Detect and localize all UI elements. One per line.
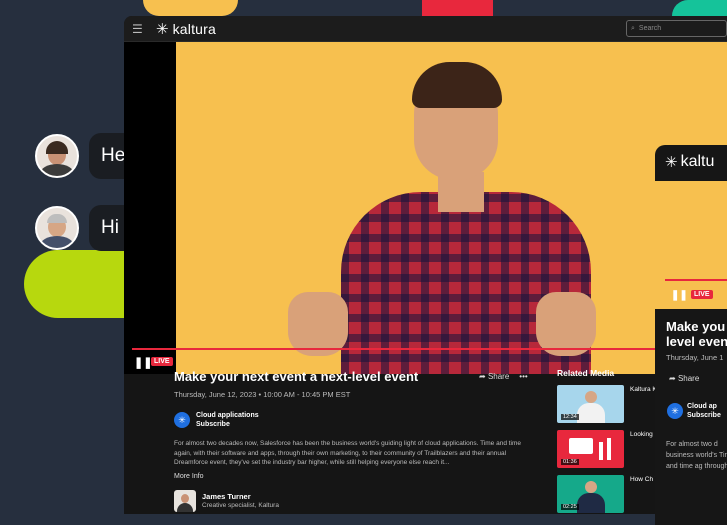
avatar	[35, 134, 79, 178]
logo-text: kaltura	[172, 20, 216, 37]
kaltura-logo: ✳ kaltu	[665, 153, 727, 171]
share-icon: ➦	[669, 374, 676, 383]
video-frame	[176, 42, 727, 374]
event-title: Make you level even	[666, 319, 727, 349]
more-options-icon[interactable]: •••	[519, 372, 527, 381]
top-bar: ☰ ✳ kaltura ⌕ Search	[124, 16, 727, 42]
avatar	[35, 206, 79, 250]
kaltura-logo[interactable]: ✳ kaltura	[156, 20, 216, 38]
kaltura-logo-icon: ✳	[156, 20, 169, 38]
decor-green-shape	[672, 0, 727, 16]
event-description: For almost two d business world's Time a…	[666, 441, 727, 470]
channel-logo-icon[interactable]: ✳	[667, 403, 683, 419]
channel: ✳ Cloud ap Subscribe	[667, 402, 721, 420]
presenter-avatar	[174, 489, 196, 512]
decor-yellow-shape	[143, 0, 238, 16]
presenter-name: James Turner	[202, 492, 251, 501]
live-badge: LIVE	[691, 290, 713, 299]
menu-icon[interactable]: ☰	[132, 22, 146, 36]
live-badge: LIVE	[151, 357, 173, 366]
related-thumbnail: 12:34	[557, 385, 624, 423]
decor-lime-shape	[24, 250, 134, 318]
share-button[interactable]: ➦ Share	[479, 372, 509, 381]
channel: ✳ Cloud applications Subscribe	[174, 411, 554, 429]
channel-name[interactable]: Cloud applications	[196, 411, 259, 420]
related-thumbnail: 01:36	[557, 430, 624, 468]
kaltura-logo-icon: ✳	[665, 154, 678, 171]
event-date: Thursday, June 1	[666, 353, 724, 362]
search-placeholder: Search	[638, 25, 662, 32]
logo-text: kaltu	[680, 153, 715, 170]
share-icon: ➦	[479, 372, 486, 381]
progress-bar[interactable]	[665, 279, 727, 281]
search-input[interactable]: ⌕ Search	[626, 20, 727, 37]
kaltura-window: ☰ ✳ kaltura ⌕ Search ❚❚ LIVE Make your n…	[124, 16, 727, 514]
presenter-role: Creative specialist, Kaltura	[202, 502, 279, 509]
event-description: For almost two decades now, Salesforce h…	[174, 440, 522, 466]
more-info-link[interactable]: More Info	[174, 473, 554, 480]
related-item-title: Looking	[630, 431, 653, 438]
search-icon: ⌕	[631, 24, 635, 32]
event-date: Thursday, June 12, 2023 • 10:00 AM - 10:…	[174, 390, 351, 399]
subscribe-button[interactable]: Subscribe	[196, 420, 259, 429]
event-actions: ➦ Share •••	[479, 372, 528, 381]
presenter: James Turner Creative specialist, Kaltur…	[174, 489, 554, 512]
subscribe-button[interactable]: Subscribe	[687, 411, 721, 420]
progress-bar[interactable]	[132, 348, 727, 350]
video-player[interactable]: ❚❚ LIVE	[124, 42, 727, 374]
channel-name[interactable]: Cloud ap	[687, 402, 721, 411]
event-info: Make your next event a next-level event …	[174, 369, 554, 512]
channel-logo-icon[interactable]: ✳	[174, 412, 190, 428]
share-button[interactable]: ➦ Share	[669, 374, 699, 383]
decor-red-shape	[422, 0, 493, 16]
pause-icon[interactable]: ❚❚	[134, 356, 152, 369]
related-thumbnail: 02:25	[557, 475, 624, 513]
pause-icon[interactable]: ❚❚	[671, 290, 688, 301]
mobile-preview: ✳ kaltu ❚❚ LIVE Make you level even Thur…	[655, 145, 727, 525]
